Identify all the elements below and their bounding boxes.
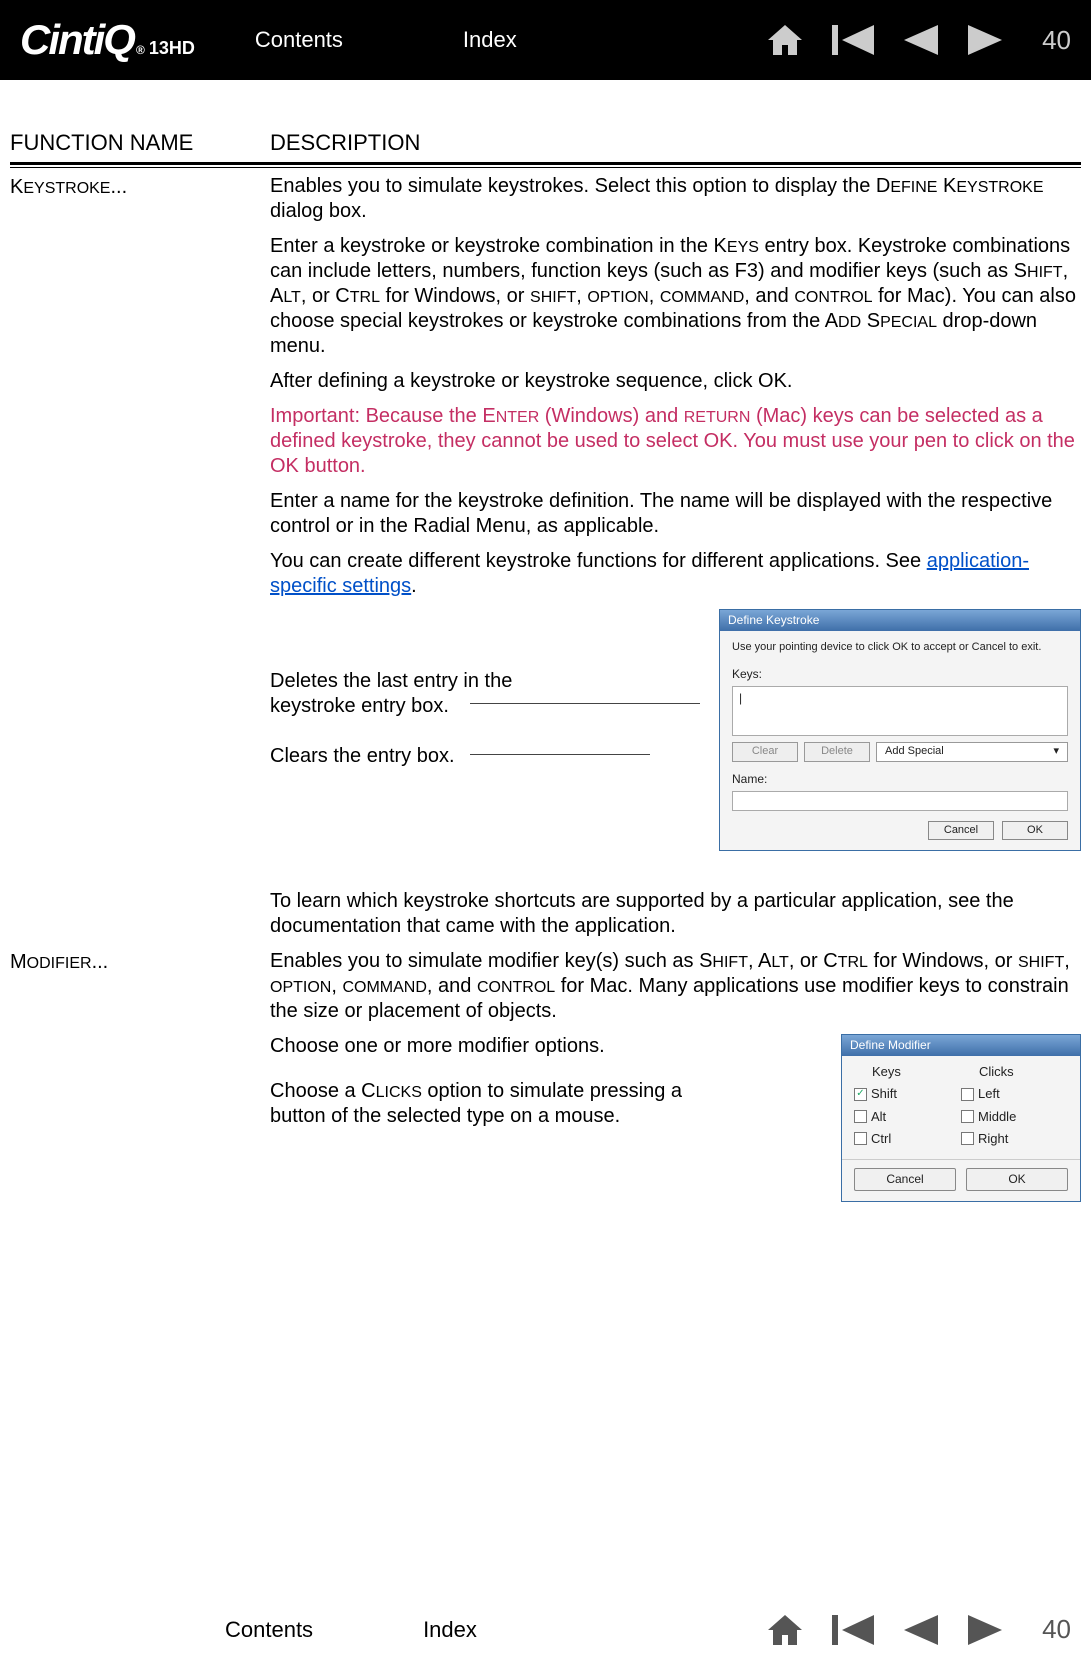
logo-reg: ® (136, 43, 143, 57)
footer-prev-page-icon[interactable] (904, 1615, 938, 1645)
dm-middle-checkbox[interactable] (961, 1110, 974, 1123)
nav-contents[interactable]: Contents (255, 27, 343, 53)
important-note: Important: Because the ENTER (Windows) a… (270, 404, 1081, 479)
callout-delete-line (470, 703, 700, 704)
nav-index[interactable]: Index (463, 27, 517, 53)
keystroke-description: Enables you to simulate keystrokes. Sele… (270, 174, 1081, 949)
dk-delete-button[interactable]: Delete (804, 742, 870, 762)
dk-titlebar: Define Keystroke (720, 610, 1080, 631)
define-modifier-dialog: Define Modifier Keys ✓Shift Alt Ctrl Cli… (841, 1034, 1081, 1202)
footer-first-page-icon[interactable] (832, 1615, 874, 1645)
callout-delete: Deletes the last entry in the keystroke … (270, 669, 530, 719)
logo-main: CintiQ (20, 16, 134, 64)
logo-sub: 13HD (149, 38, 195, 59)
dk-cancel-button[interactable]: Cancel (928, 821, 994, 841)
dm-titlebar: Define Modifier (842, 1035, 1080, 1056)
footer-home-icon[interactable] (768, 1615, 802, 1645)
home-icon[interactable] (768, 25, 802, 55)
dk-name-input[interactable] (732, 791, 1068, 811)
modifier-description: Enables you to simulate modifier key(s) … (270, 949, 1081, 1214)
page-number-top: 40 (1042, 25, 1071, 56)
dk-keys-label: Keys: (732, 667, 1068, 682)
header-bar: CintiQ® 13HD Contents Index 40 (0, 0, 1091, 80)
dk-ok-button[interactable]: OK (1002, 821, 1068, 841)
next-page-icon[interactable] (968, 25, 1002, 55)
dm-separator (842, 1159, 1080, 1160)
dk-clear-button[interactable]: Clear (732, 742, 798, 762)
page-number-bottom: 40 (1042, 1614, 1071, 1645)
dm-shift-checkbox[interactable]: ✓ (854, 1088, 867, 1101)
callout-clear: Clears the entry box. (270, 744, 455, 769)
dm-left-checkbox[interactable] (961, 1088, 974, 1101)
define-keystroke-dialog: Define Keystroke Use your pointing devic… (719, 609, 1081, 851)
footer-next-page-icon[interactable] (968, 1615, 1002, 1645)
callout-clear-line (470, 754, 650, 755)
footer-nav-index[interactable]: Index (423, 1617, 477, 1643)
dk-keys-input[interactable]: | (732, 686, 1068, 736)
dm-ctrl-checkbox[interactable] (854, 1132, 867, 1145)
col-header-function: FUNCTION NAME (10, 130, 270, 156)
first-page-icon[interactable] (832, 25, 874, 55)
chevron-down-icon: ▾ (1053, 745, 1059, 759)
dk-hint: Use your pointing device to click OK to … (732, 641, 1068, 655)
function-name-modifier: MODIFIER... (10, 949, 270, 1214)
page-content: FUNCTION NAME DESCRIPTION KEYSTROKE... E… (0, 80, 1091, 1214)
dk-add-special-dropdown[interactable]: Add Special ▾ (876, 742, 1068, 762)
dm-keys-header: Keys (854, 1064, 961, 1080)
footer-bar: Contents Index 40 (0, 1614, 1091, 1665)
col-header-description: DESCRIPTION (270, 130, 1081, 156)
dm-right-checkbox[interactable] (961, 1132, 974, 1145)
dm-ok-button[interactable]: OK (966, 1168, 1068, 1191)
dm-alt-checkbox[interactable] (854, 1110, 867, 1123)
dm-clicks-header: Clicks (961, 1064, 1068, 1080)
function-name-keystroke: KEYSTROKE... (10, 174, 270, 949)
footer-nav-contents[interactable]: Contents (225, 1617, 313, 1643)
logo: CintiQ® 13HD (20, 16, 195, 64)
dm-cancel-button[interactable]: Cancel (854, 1168, 956, 1191)
dk-name-label: Name: (732, 772, 1068, 787)
table-rule (10, 162, 1081, 168)
prev-page-icon[interactable] (904, 25, 938, 55)
